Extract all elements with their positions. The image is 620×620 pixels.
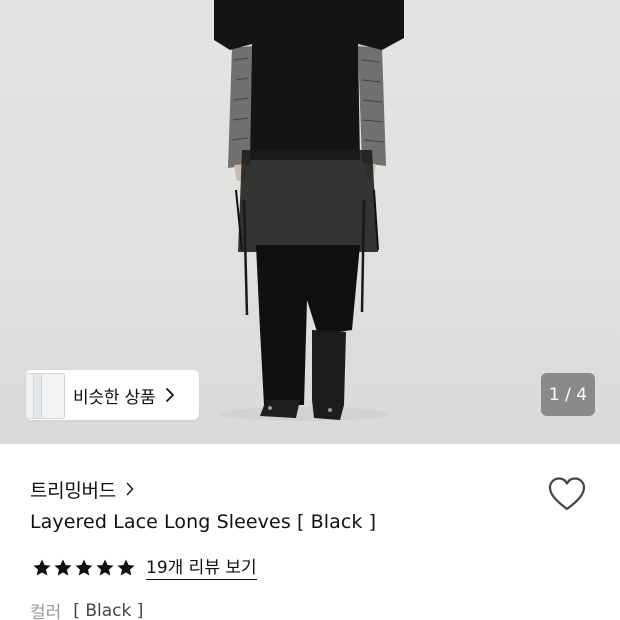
similar-product-thumbnails xyxy=(25,370,65,420)
image-counter: 1 / 4 xyxy=(541,373,595,416)
star-icon xyxy=(33,559,51,576)
star-icon xyxy=(96,559,114,576)
heart-outline-icon xyxy=(548,477,586,511)
wishlist-button[interactable] xyxy=(546,474,588,514)
star-icon xyxy=(117,559,135,576)
product-title: Layered Lace Long Sleeves [ Black ] xyxy=(30,511,377,533)
brand-name: 트리밍버드 xyxy=(30,479,116,502)
star-icon xyxy=(75,559,93,576)
similar-thumbnail xyxy=(41,373,65,419)
rating-stars xyxy=(32,558,136,578)
product-image-gallery[interactable]: 비슷한 상품 1 / 4 xyxy=(0,0,620,444)
color-option-value: [ Black ] xyxy=(73,600,144,620)
similar-products-label: 비슷한 상품 xyxy=(73,387,156,408)
similar-products-button[interactable]: 비슷한 상품 xyxy=(25,370,199,420)
reviews-link[interactable]: 19개 리뷰 보기 xyxy=(146,557,257,580)
chevron-right-icon xyxy=(126,481,136,497)
chevron-right-icon xyxy=(165,386,179,404)
star-icon xyxy=(54,559,72,576)
color-option-label: 컬러 xyxy=(30,603,62,620)
color-option-row: 컬러 [ Black ] xyxy=(30,598,143,620)
brand-link[interactable]: 트리밍버드 xyxy=(30,475,136,503)
product-detail-page: 비슷한 상품 1 / 4 트리밍버드 Layered Lace Long Sle… xyxy=(0,0,620,620)
rating-row: 19개 리뷰 보기 xyxy=(32,554,257,582)
